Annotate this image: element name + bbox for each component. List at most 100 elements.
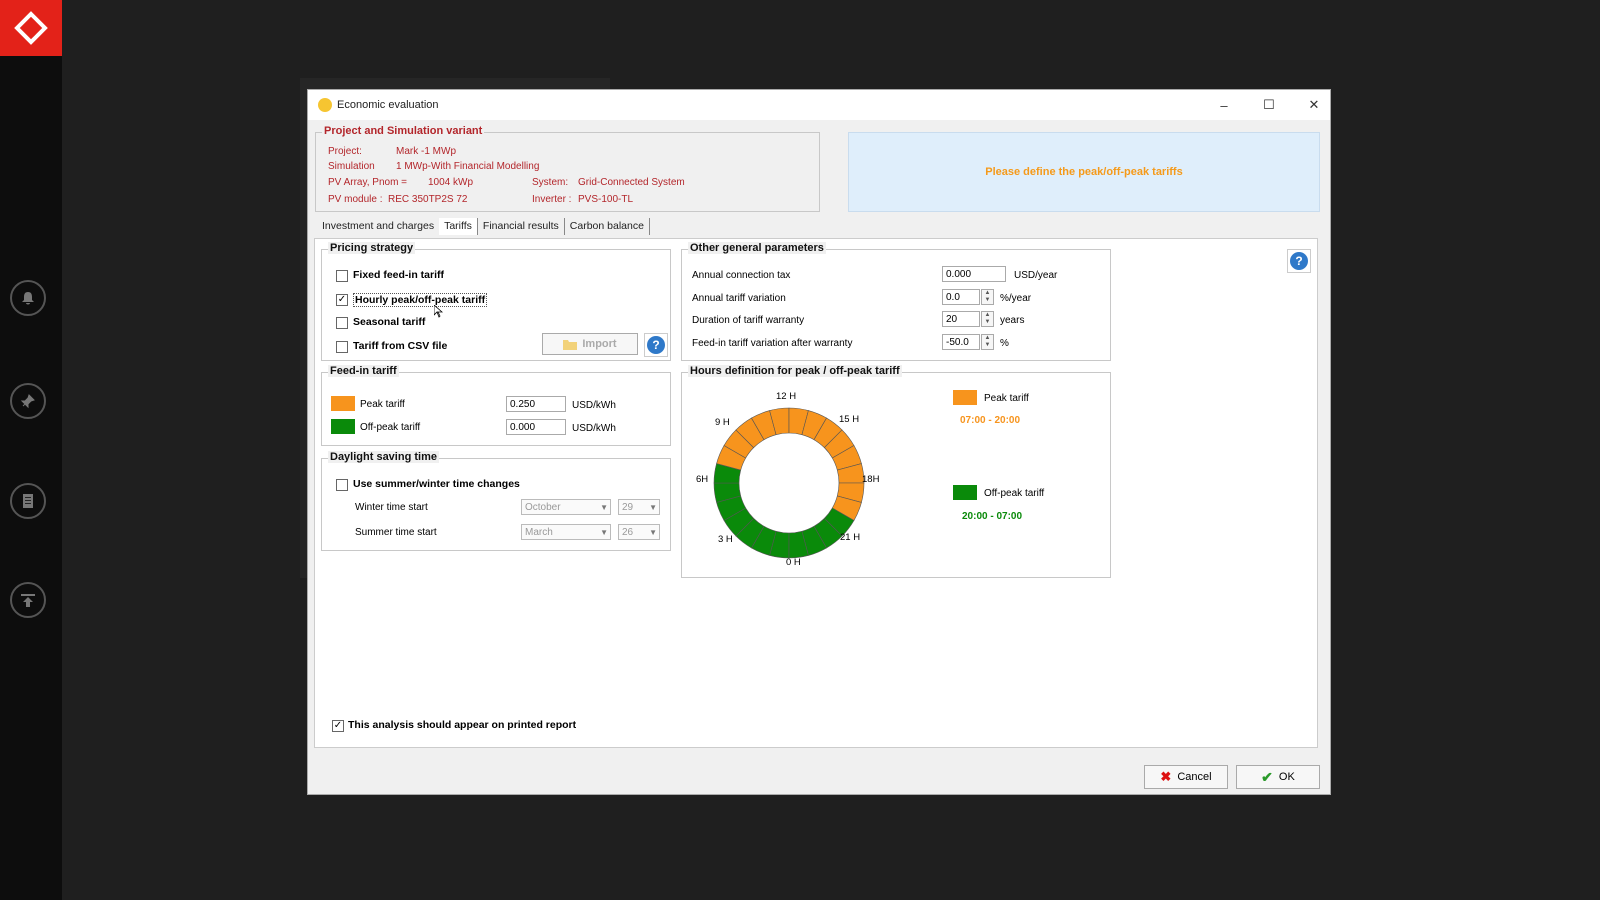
tab-investment[interactable]: Investment and charges (317, 218, 439, 235)
project-value: Mark -1 MWp (396, 146, 456, 157)
app-logo[interactable] (0, 0, 62, 56)
tab-tariffs[interactable]: Tariffs (439, 218, 478, 235)
offpeak-color-swatch[interactable] (331, 419, 355, 434)
winter-month-value: October (525, 502, 561, 513)
sun-icon (318, 98, 332, 112)
tariff-variation-label: Annual tariff variation (692, 293, 786, 304)
general-parameters-group: Other general parameters Annual connecti… (681, 242, 1111, 361)
fixed-tariff-label: Fixed feed-in tariff (353, 269, 445, 281)
daylight-saving-group: Daylight saving time Use summer/winter t… (321, 451, 671, 551)
tab-carbon-balance[interactable]: Carbon balance (565, 218, 650, 235)
minimize-button[interactable]: – (1213, 96, 1235, 114)
after-warranty-input[interactable]: -50.0 (942, 334, 980, 350)
simulation-value: 1 MWp-With Financial Modelling (396, 161, 540, 172)
hourly-tariff-label: Hourly peak/off-peak tariff (353, 293, 488, 307)
fixed-tariff-checkbox[interactable] (336, 270, 348, 282)
hour-label-18: 18H (862, 474, 880, 485)
after-warranty-spinner[interactable]: ▲ ▼ (981, 334, 994, 350)
peak-tariff-unit: USD/kWh (572, 400, 616, 411)
upload-icon[interactable] (10, 582, 46, 618)
chevron-down-icon: ▼ (600, 528, 608, 537)
seasonal-tariff-checkbox[interactable] (336, 317, 348, 329)
hour-label-3: 3 H (718, 534, 733, 545)
info-message-box: Please define the peak/off-peak tariffs (848, 132, 1320, 212)
cancel-x-icon: ✖ (1160, 769, 1172, 784)
hour-label-12: 12 H (776, 391, 797, 402)
winter-day-select[interactable]: 29 ▼ (618, 499, 660, 515)
hour-label-21: 21 H (840, 532, 861, 543)
tariffs-tab-page: Pricing strategy Fixed feed-in tariff ✓ … (314, 238, 1318, 748)
title-bar: Economic evaluation – ☐ ✕ (308, 90, 1330, 120)
hour-label-6: 6H (696, 474, 709, 485)
tariffs-help-button[interactable]: ? (1287, 249, 1311, 273)
logo-icon (14, 11, 48, 45)
inverter-value: PVS-100-TL (578, 194, 634, 205)
offpeak-tariff-input[interactable]: 0.000 (506, 419, 566, 435)
summer-day-value: 26 (622, 527, 634, 538)
hourly-tariff-checkbox[interactable]: ✓ (336, 294, 348, 306)
report-checkbox[interactable]: ✓ (332, 720, 344, 732)
summer-day-select[interactable]: 26 ▼ (618, 524, 660, 540)
warranty-label: Duration of tariff warranty (692, 315, 805, 326)
peak-tariff-label: Peak tariff (360, 399, 405, 410)
winter-start-label: Winter time start (355, 502, 428, 513)
cancel-button[interactable]: ✖ Cancel (1144, 765, 1228, 789)
dst-checkbox[interactable] (336, 479, 348, 491)
summer-month-value: March (525, 527, 553, 538)
hours-definition-group: Hours definition for peak / off-peak tar… (681, 365, 1111, 578)
hour-label-9: 9 H (715, 417, 730, 428)
import-button[interactable]: Import (542, 333, 638, 355)
peak-tariff-input[interactable]: 0.250 (506, 396, 566, 412)
connection-tax-input[interactable]: 0.000 (942, 266, 1006, 282)
warranty-spinner[interactable]: ▲ ▼ (981, 311, 994, 327)
tab-financial-results[interactable]: Financial results (478, 218, 565, 235)
pin-icon[interactable] (10, 383, 46, 419)
daylight-saving-title: Daylight saving time (328, 451, 439, 463)
offpeak-tariff-unit: USD/kWh (572, 423, 616, 434)
document-icon[interactable] (10, 483, 46, 519)
mouse-cursor-icon (434, 305, 443, 318)
pricing-help-button[interactable]: ? (644, 333, 668, 357)
hour-label-0: 0 H (786, 557, 801, 568)
left-sidebar (0, 0, 62, 900)
pv-array-value: 1004 kWp (428, 177, 474, 188)
feed-in-tariff-title: Feed-in tariff (328, 365, 399, 377)
offpeak-hours-range: 20:00 - 07:00 (962, 511, 1023, 522)
connection-tax-unit: USD/year (1014, 270, 1058, 281)
pv-array-label: PV Array, Pnom = (328, 177, 408, 188)
after-warranty-unit: % (1000, 338, 1009, 349)
warranty-input[interactable]: 20 (942, 311, 980, 327)
tab-bar: Investment and charges Tariffs Financial… (317, 218, 650, 236)
hour-label-15: 15 H (839, 414, 860, 425)
tariff-variation-unit: %/year (1000, 293, 1032, 304)
csv-tariff-checkbox[interactable] (336, 341, 348, 353)
checkmark-icon: ✔ (1261, 768, 1273, 785)
feed-in-tariff-group: Feed-in tariff Peak tariff 0.250 USD/kWh… (321, 365, 671, 446)
summer-start-label: Summer time start (355, 527, 437, 538)
summer-month-select[interactable]: March ▼ (521, 524, 611, 540)
folder-icon (563, 339, 578, 350)
bell-icon[interactable] (10, 280, 46, 316)
close-button[interactable]: ✕ (1303, 96, 1325, 114)
pricing-strategy-group: Pricing strategy Fixed feed-in tariff ✓ … (321, 242, 671, 361)
inverter-label: Inverter : (532, 194, 572, 205)
peak-legend-label: Peak tariff (984, 393, 1029, 404)
pv-module-value: REC 350TP2S 72 (388, 194, 468, 205)
economic-evaluation-dialog: Economic evaluation – ☐ ✕ Project and Si… (307, 89, 1331, 795)
tariff-variation-input[interactable]: 0.0 (942, 289, 980, 305)
winter-month-select[interactable]: October ▼ (521, 499, 611, 515)
hours-definition-title: Hours definition for peak / off-peak tar… (688, 365, 902, 377)
project-group-title: Project and Simulation variant (322, 125, 485, 137)
general-parameters-title: Other general parameters (688, 242, 826, 254)
peak-color-swatch[interactable] (331, 396, 355, 411)
connection-tax-label: Annual connection tax (692, 270, 791, 281)
tariff-variation-spinner[interactable]: ▲ ▼ (981, 289, 994, 305)
peak-legend-swatch (953, 390, 977, 405)
system-value: Grid-Connected System (578, 177, 685, 188)
chevron-down-icon: ▼ (600, 503, 608, 512)
pricing-strategy-title: Pricing strategy (328, 242, 416, 254)
winter-day-value: 29 (622, 502, 634, 513)
seasonal-tariff-label: Seasonal tariff (353, 316, 426, 328)
ok-button[interactable]: ✔ OK (1236, 765, 1320, 789)
maximize-button[interactable]: ☐ (1258, 96, 1280, 114)
